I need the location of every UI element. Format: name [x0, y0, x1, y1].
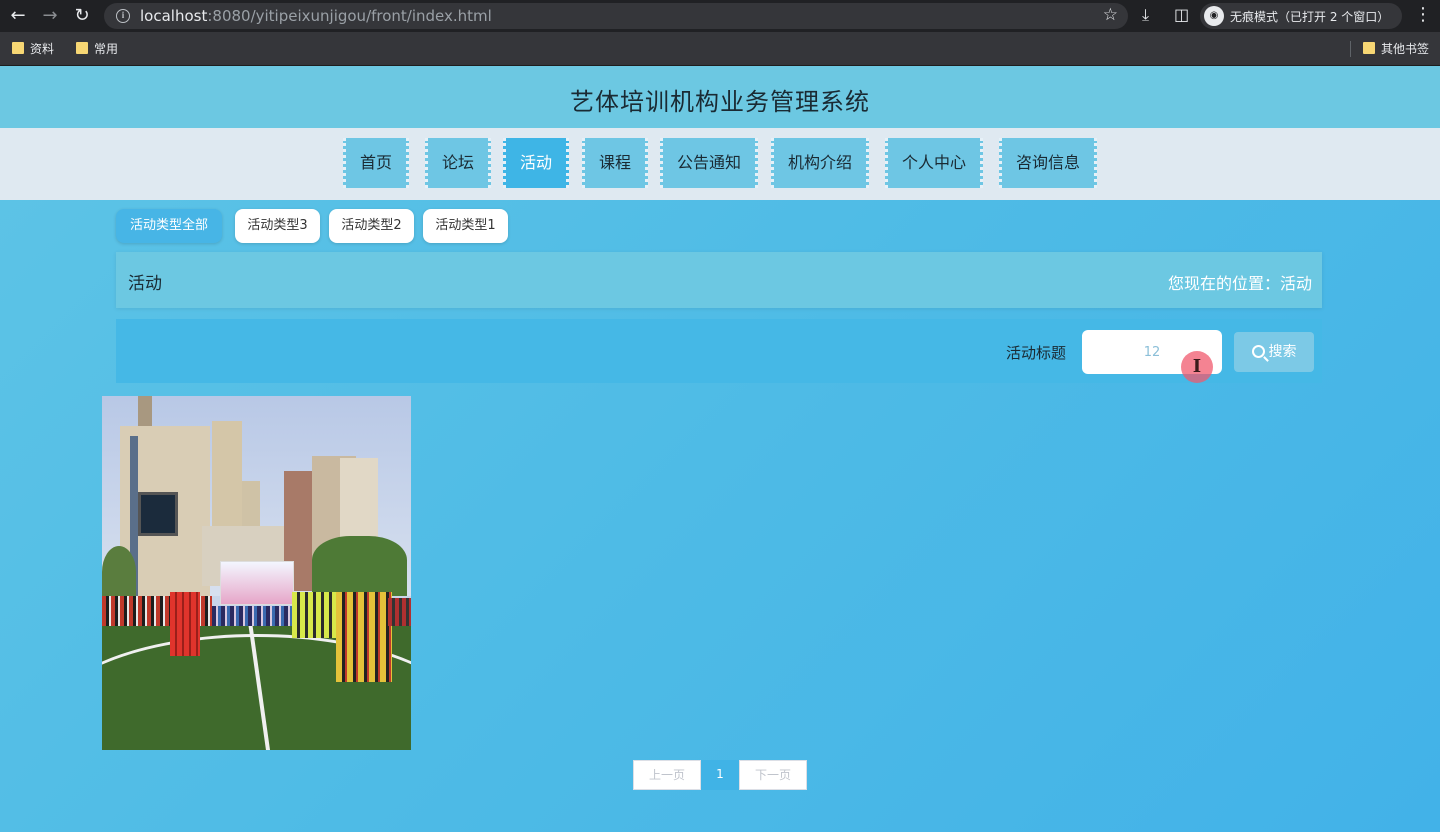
- back-arrow-icon[interactable]: ←: [6, 4, 30, 28]
- nav-profile[interactable]: 个人中心: [885, 138, 983, 188]
- nav-activity[interactable]: 活动: [503, 138, 569, 188]
- nav-forum[interactable]: 论坛: [425, 138, 491, 188]
- breadcrumb: 活动 您现在的位置：活动: [116, 252, 1322, 308]
- folder-icon: [1363, 42, 1375, 54]
- folder-icon: [76, 42, 88, 54]
- site-header: 艺体培训机构业务管理系统: [0, 66, 1440, 128]
- download-icon[interactable]: ⤓: [1142, 5, 1149, 25]
- search-icon: [1251, 345, 1265, 358]
- prev-page-button[interactable]: 上一页: [633, 760, 701, 790]
- nav-about[interactable]: 机构介绍: [771, 138, 869, 188]
- activity-card-image[interactable]: [102, 396, 411, 750]
- reload-icon[interactable]: ↻: [70, 4, 94, 28]
- side-panel-icon[interactable]: ◫: [1174, 5, 1189, 24]
- bookmark-folder-ziliao[interactable]: 资料: [12, 40, 54, 57]
- forward-arrow-icon[interactable]: →: [38, 4, 62, 28]
- search-bar: 活动标题 搜索: [116, 319, 1322, 383]
- bookmarks-divider: [1350, 41, 1351, 57]
- search-label: 活动标题: [1006, 344, 1067, 362]
- next-page-button[interactable]: 下一页: [739, 760, 807, 790]
- bookmark-folder-other[interactable]: 其他书签: [1363, 40, 1429, 57]
- main-nav: 首页 论坛 活动 课程 公告通知 机构介绍 个人中心 咨询信息: [0, 128, 1440, 200]
- category-type3[interactable]: 活动类型3: [235, 209, 320, 243]
- image-screen: [138, 492, 178, 536]
- image-building: [212, 421, 242, 531]
- browser-menu-icon[interactable]: ⋮: [1414, 4, 1432, 25]
- current-position: 您现在的位置：活动: [1167, 274, 1312, 293]
- image-trees: [312, 536, 407, 596]
- category-type2[interactable]: 活动类型2: [329, 209, 414, 243]
- nav-home[interactable]: 首页: [343, 138, 409, 188]
- folder-icon: [12, 42, 24, 54]
- image-crowd: [102, 592, 411, 682]
- bookmark-folder-changyong[interactable]: 常用: [76, 40, 118, 57]
- site-title: 艺体培训机构业务管理系统: [570, 88, 870, 116]
- incognito-indicator[interactable]: ◉ 无痕模式（已打开 2 个窗口）: [1200, 3, 1402, 29]
- incognito-icon: ◉: [1204, 6, 1224, 26]
- site-info-icon[interactable]: i: [116, 9, 130, 23]
- bookmarks-bar: 资料 常用 其他书签: [0, 32, 1440, 66]
- image-building: [242, 481, 260, 531]
- image-trees: [102, 546, 136, 598]
- address-bar[interactable]: i localhost:8080/yitipeixunjigou/front/i…: [104, 3, 1128, 29]
- url-text: localhost:8080/yitipeixunjigou/front/ind…: [140, 7, 492, 25]
- category-all[interactable]: 活动类型全部: [116, 209, 222, 243]
- incognito-label: 无痕模式（已打开 2 个窗口）: [1230, 10, 1390, 24]
- current-page[interactable]: 1: [701, 760, 739, 790]
- section-title: 活动: [128, 274, 162, 294]
- text-cursor-icon: I: [1192, 356, 1202, 377]
- bookmark-star-icon[interactable]: ☆: [1103, 5, 1118, 25]
- nav-course[interactable]: 课程: [582, 138, 648, 188]
- search-button[interactable]: 搜索: [1234, 332, 1314, 372]
- page-content: 艺体培训机构业务管理系统 首页 论坛 活动 课程 公告通知 机构介绍 个人中心 …: [0, 66, 1440, 832]
- nav-consult[interactable]: 咨询信息: [999, 138, 1097, 188]
- browser-toolbar: ← → ↻ i localhost:8080/yitipeixunjigou/f…: [0, 0, 1440, 32]
- nav-notice[interactable]: 公告通知: [660, 138, 758, 188]
- category-type1[interactable]: 活动类型1: [423, 209, 508, 243]
